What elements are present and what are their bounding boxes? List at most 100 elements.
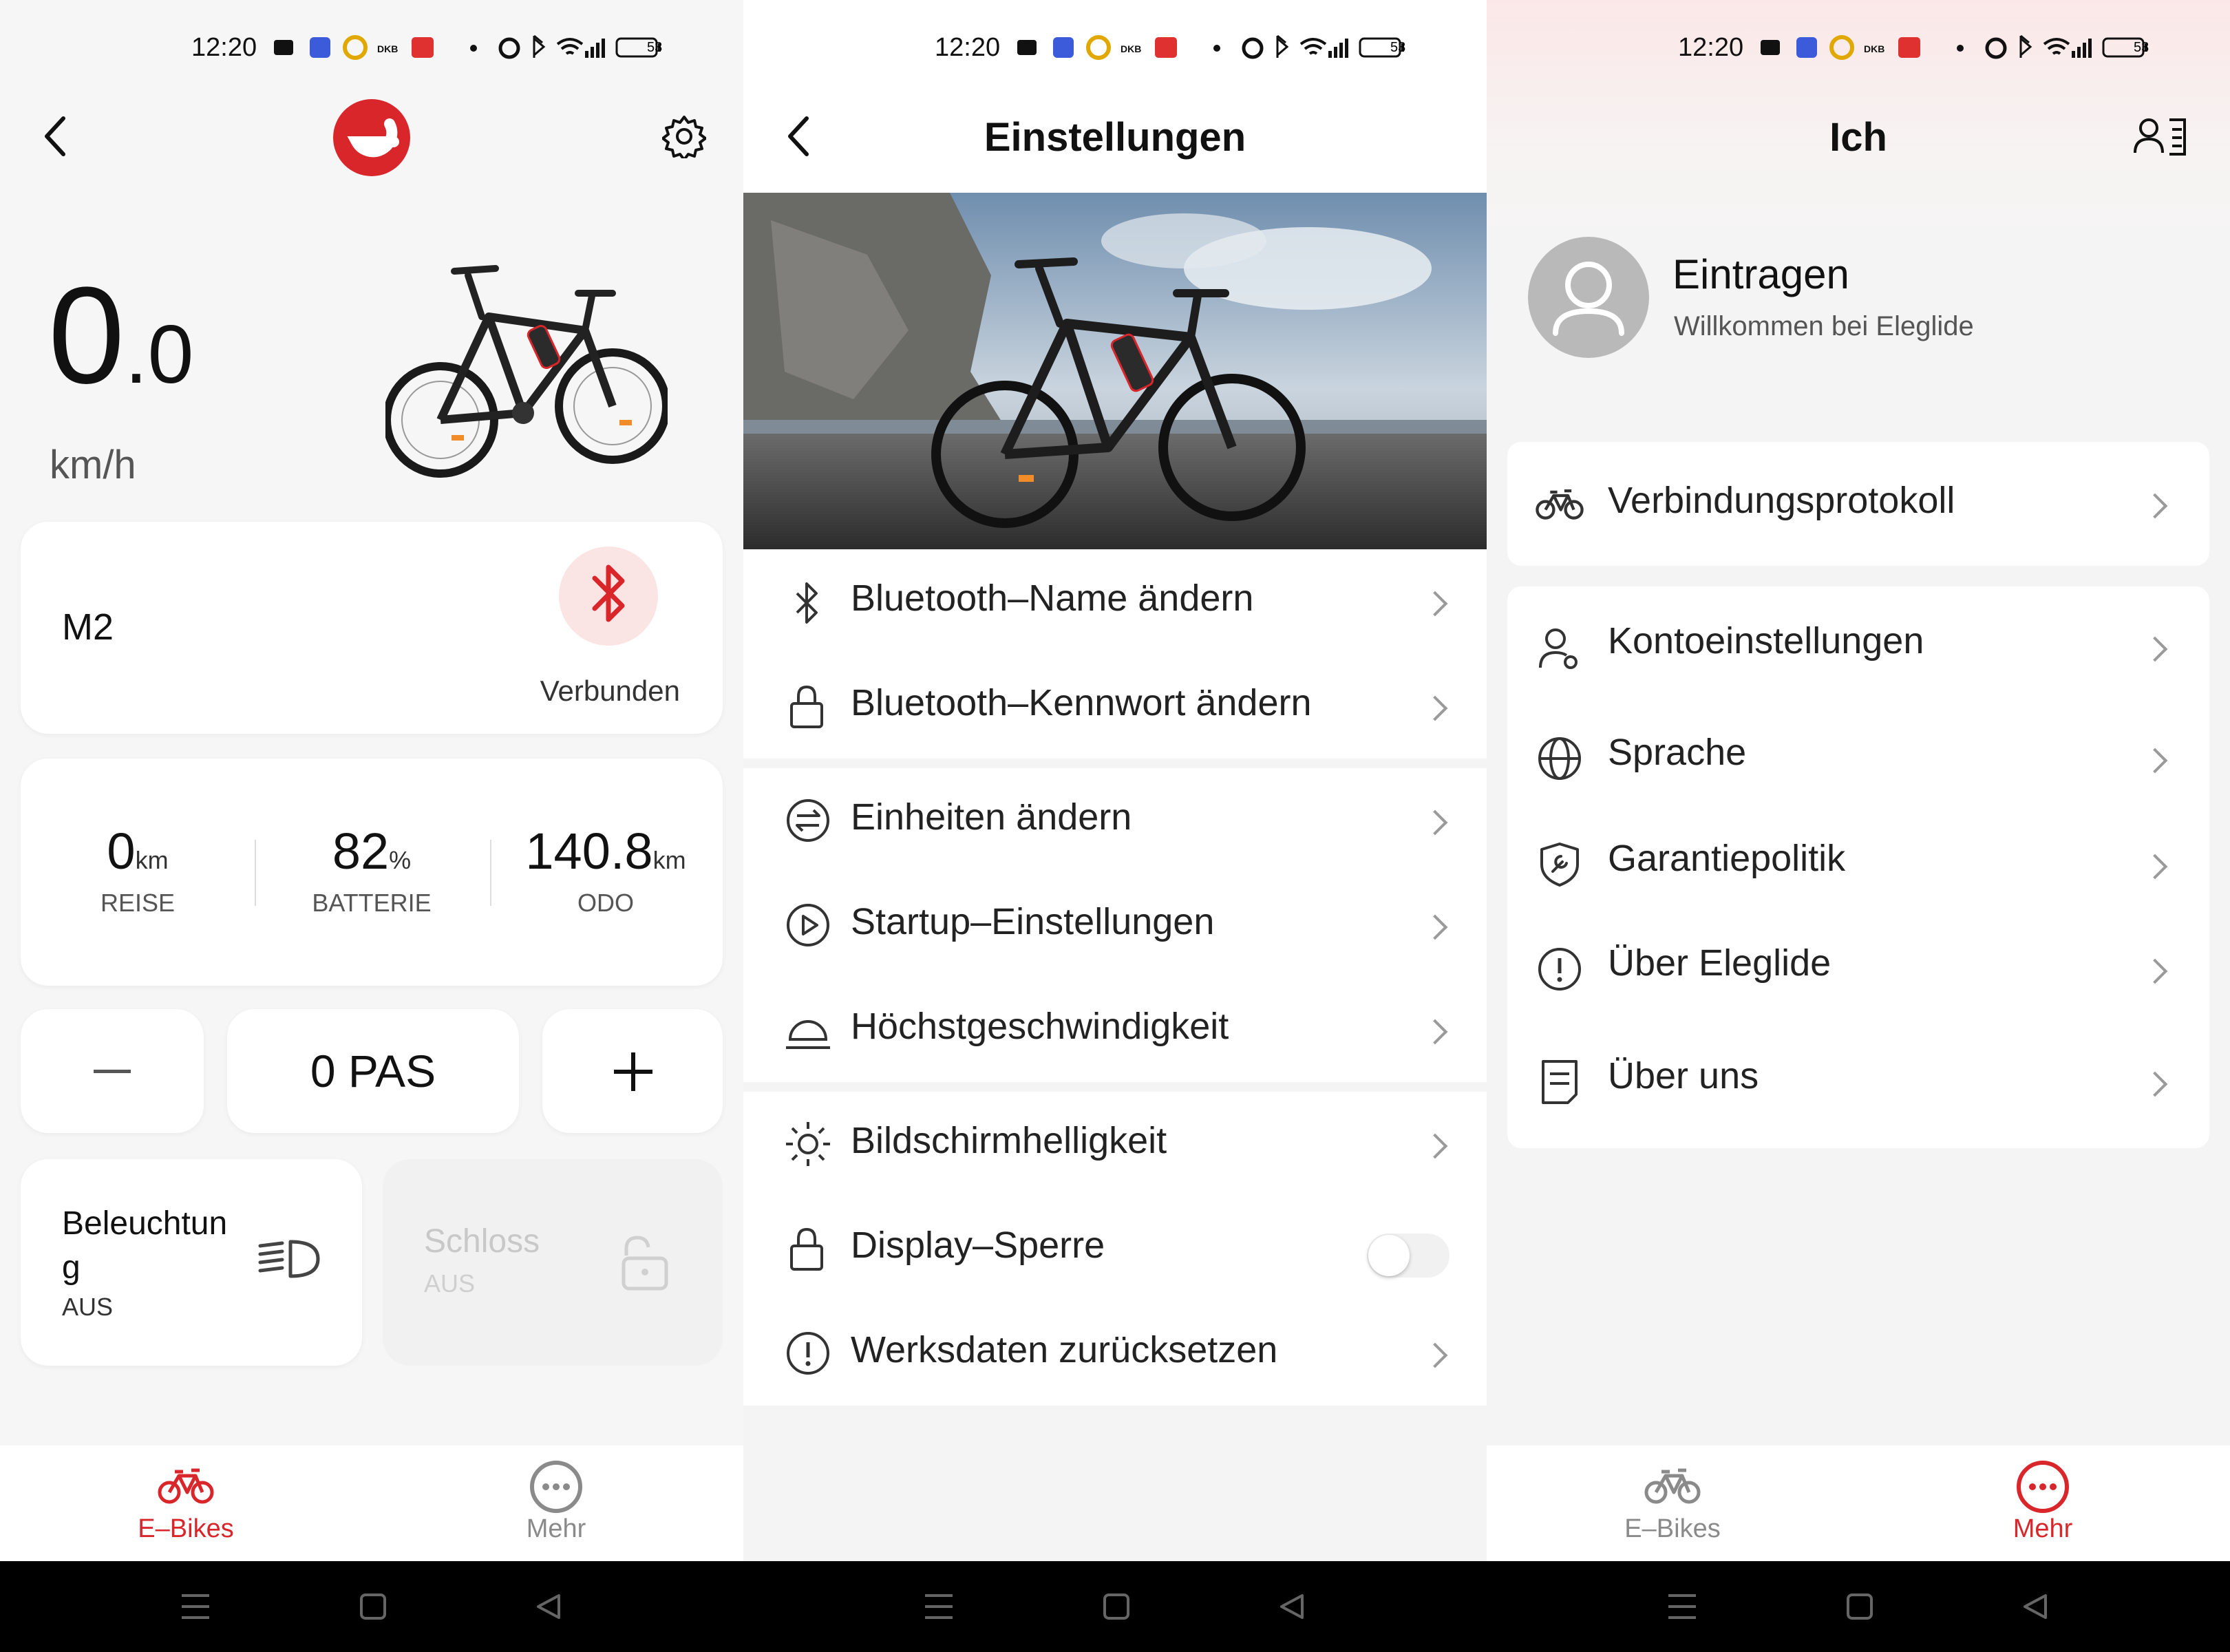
row-label: Kontoeinstellungen <box>1608 620 1924 661</box>
pas-increase-button[interactable] <box>542 1009 723 1133</box>
status-time: 12:20 <box>1678 33 1744 62</box>
menu-nav-icon[interactable] <box>924 1593 954 1620</box>
bike-image <box>385 265 668 478</box>
battery-level: 53 <box>647 40 663 55</box>
chevron-right-icon <box>1422 1019 1448 1045</box>
login-subtitle: Willkommen bei Eleglide <box>1674 311 1974 341</box>
back-nav-icon[interactable] <box>1277 1593 1305 1620</box>
bike-icon[interactable] <box>1644 1466 1701 1505</box>
lighting-button[interactable]: Beleuchtun g AUS <box>21 1159 362 1366</box>
lock-button[interactable]: Schloss AUS <box>383 1159 723 1366</box>
menu-nav-icon[interactable] <box>180 1593 211 1620</box>
settings-group-bluetooth: Bluetooth–Name ändern Bluetooth–Kennwort… <box>743 549 1487 759</box>
pas-decrease-button[interactable] <box>21 1009 204 1133</box>
tab-e-bikes[interactable]: E–Bikes <box>1569 1514 1776 1544</box>
more-icon[interactable] <box>529 1459 584 1514</box>
unlock-icon <box>622 1236 668 1291</box>
minus-icon <box>94 1070 131 1073</box>
settings-row-bluetooth-name[interactable]: Bluetooth–Name ändern <box>743 549 1487 654</box>
contact-list-icon[interactable] <box>2132 114 2187 158</box>
sun-icon <box>786 1122 830 1166</box>
menu-item-language[interactable]: Sprache <box>1507 703 2209 811</box>
lock-title: Schloss <box>424 1223 540 1260</box>
menu-item-about-us[interactable]: Über uns <box>1507 1024 2209 1141</box>
status-time: 12:20 <box>191 33 257 62</box>
bike-model-name: M2 <box>62 606 114 648</box>
page-title: Einstellungen <box>984 115 1246 160</box>
row-label: Bluetooth–Name ändern <box>851 578 1254 619</box>
status-icons: DKB <box>274 34 661 60</box>
row-label: Garantiepolitik <box>1608 838 1846 879</box>
login-section[interactable]: Eintragen Willkommen bei Eleglide <box>1528 237 2147 361</box>
speed-integer: 0 <box>48 259 125 412</box>
row-label: Einheiten ändern <box>851 796 1132 838</box>
settings-row-display-lock: Display–Sperre <box>743 1196 1487 1301</box>
lighting-title: Beleuchtun g <box>62 1205 228 1286</box>
lock-icon <box>790 685 823 728</box>
home-nav-icon[interactable] <box>1846 1593 1873 1620</box>
chevron-right-icon <box>1422 1342 1448 1368</box>
status-time: 12:20 <box>935 33 1001 62</box>
home-nav-icon[interactable] <box>1103 1593 1130 1620</box>
tab-mehr[interactable]: Mehr <box>453 1514 659 1544</box>
tab-e-bikes[interactable]: E–Bikes <box>83 1514 289 1544</box>
bottom-tab-bar: E–Bikes Mehr <box>1487 1446 2230 1561</box>
battery-level: 53 <box>2134 40 2149 55</box>
profile-screen: 12:20 DKB 53 Ich Eintragen Willkommen be… <box>1487 0 2230 1652</box>
menu-item-warranty[interactable]: Garantiepolitik <box>1507 811 2209 914</box>
status-bar: 12:20 DKB 53 <box>743 0 1487 96</box>
bike-connection-card[interactable]: M2 Verbunden <box>21 522 723 734</box>
row-label: Sprache <box>1608 732 1747 773</box>
settings-row-factory-reset[interactable]: Werksdaten zurücksetzen <box>743 1301 1487 1406</box>
settings-group-system: Einheiten ändern Startup–Einstellungen H… <box>743 768 1487 1082</box>
row-label: Display–Sperre <box>851 1225 1105 1266</box>
row-label: Werksdaten zurücksetzen <box>851 1329 1278 1370</box>
stats-card: 0km REISE 82% BATTERIE 140.8km ODO <box>21 759 723 986</box>
back-nav-icon[interactable] <box>2021 1593 2048 1620</box>
more-icon[interactable] <box>2015 1459 2070 1514</box>
home-nav-icon[interactable] <box>359 1593 387 1620</box>
status-icons: DKB <box>1761 34 2147 60</box>
battery-level: 53 <box>1390 40 1406 55</box>
bike-icon[interactable] <box>157 1466 215 1505</box>
chevron-right-icon <box>1422 914 1448 940</box>
settings-header: Einstellungen <box>743 96 1487 193</box>
settings-row-brightness[interactable]: Bildschirmhelligkeit <box>743 1092 1487 1196</box>
settings-row-startup[interactable]: Startup–Einstellungen <box>743 873 1487 977</box>
gear-icon[interactable] <box>662 114 706 158</box>
pas-value: 0 PAS <box>310 1046 436 1097</box>
settings-row-max-speed[interactable]: Höchstgeschwindigkeit <box>743 977 1487 1082</box>
alert-circle-icon <box>787 1332 829 1375</box>
speed-unit: km/h <box>50 443 136 487</box>
settings-row-bluetooth-password[interactable]: Bluetooth–Kennwort ändern <box>743 654 1487 759</box>
row-label: Über Eleglide <box>1608 942 1831 984</box>
back-icon[interactable] <box>41 116 69 157</box>
bike-banner-image <box>743 193 1487 549</box>
menu-item-connection-log[interactable]: Verbindungsprotokoll <box>1507 442 2209 566</box>
display-lock-toggle[interactable] <box>1367 1233 1450 1278</box>
menu-item-account-settings[interactable]: Kontoeinstellungen <box>1507 586 2209 703</box>
chevron-right-icon <box>2142 636 2168 662</box>
dkb-icon: DKB <box>1864 43 1884 54</box>
menu-nav-icon[interactable] <box>1667 1593 1697 1620</box>
row-label: Bildschirmhelligkeit <box>851 1120 1167 1161</box>
chevron-right-icon <box>1422 1133 1448 1159</box>
chevron-right-icon <box>2142 493 2168 519</box>
row-label: Über uns <box>1608 1055 1759 1097</box>
document-icon <box>1542 1060 1578 1104</box>
tab-mehr[interactable]: Mehr <box>1940 1514 2146 1544</box>
status-bar: 12:20 DKB 53 <box>0 0 743 96</box>
row-label: Höchstgeschwindigkeit <box>851 1006 1229 1047</box>
lighting-state: AUS <box>62 1293 114 1321</box>
settings-row-units[interactable]: Einheiten ändern <box>743 768 1487 873</box>
row-label: Bluetooth–Kennwort ändern <box>851 682 1312 723</box>
menu-item-about-eleglide[interactable]: Über Eleglide <box>1507 914 2209 1024</box>
bluetooth-icon[interactable] <box>559 547 658 646</box>
system-nav-bar <box>0 1561 743 1652</box>
back-nav-icon[interactable] <box>534 1593 562 1620</box>
plus-icon-v <box>631 1052 635 1091</box>
bike-icon <box>1536 489 1584 520</box>
row-label: Verbindungsprotokoll <box>1608 480 1955 521</box>
play-circle-icon <box>787 904 829 946</box>
avatar[interactable] <box>1528 237 1649 358</box>
